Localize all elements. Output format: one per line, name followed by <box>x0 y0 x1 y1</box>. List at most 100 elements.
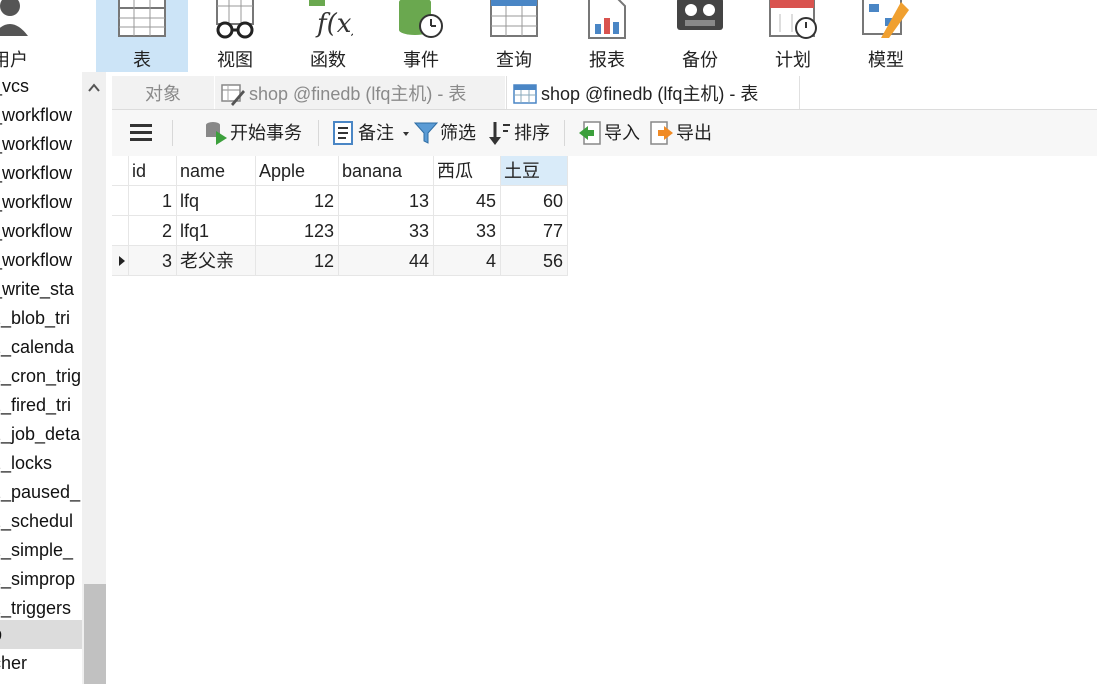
navigator-item[interactable]: _workflow <box>0 217 82 246</box>
ribbon-table-label: 表 <box>133 50 151 70</box>
sort-button[interactable]: 排序 <box>488 118 554 148</box>
navigator-item[interactable]: _workflow <box>0 159 82 188</box>
table-cell[interactable]: 45 <box>434 186 501 216</box>
column-header[interactable]: id <box>129 156 177 186</box>
navigator-item[interactable]: _workflow <box>0 101 82 130</box>
function-icon: f(x) <box>309 0 353 39</box>
ribbon-function-button[interactable]: f(x) 函数 <box>282 0 374 72</box>
table-cell[interactable]: 13 <box>339 186 434 216</box>
ribbon-report-label: 报表 <box>589 50 625 70</box>
menu-button[interactable] <box>130 118 154 148</box>
table-cell[interactable]: 老父亲 <box>177 246 256 276</box>
current-row-arrow-icon <box>119 256 125 266</box>
query-icon <box>490 0 538 37</box>
navigator-item[interactable]: z_calenda <box>0 333 82 362</box>
export-icon <box>650 121 673 145</box>
column-header-selected[interactable]: 土豆 <box>501 156 568 186</box>
table-cell[interactable]: lfq <box>177 186 256 216</box>
navigator-item[interactable]: z_paused_ <box>0 478 82 507</box>
edit-table-icon <box>221 84 245 106</box>
object-navigator: _vcs _workflow _workflow _workflow _work… <box>0 72 112 684</box>
navigator-item[interactable]: cher <box>0 649 82 678</box>
ribbon-table-button[interactable]: 表 <box>96 0 188 72</box>
navigator-item[interactable]: z_locks <box>0 449 82 478</box>
navigator-item[interactable]: z_fired_tri <box>0 391 82 420</box>
navigator-item[interactable]: z_job_deta <box>0 420 82 449</box>
table-cell[interactable]: 1 <box>129 186 177 216</box>
ribbon-function-label: 函数 <box>310 50 346 70</box>
navigator-item[interactable]: _write_sta <box>0 275 82 304</box>
ribbon-user-button[interactable]: 用户 <box>0 0 40 72</box>
sort-icon <box>489 122 510 145</box>
table-cell[interactable]: 123 <box>256 216 339 246</box>
navigator-table-list: _vcs _workflow _workflow _workflow _work… <box>0 72 82 684</box>
event-clock-icon <box>399 0 443 38</box>
table-cell[interactable]: 56 <box>501 246 568 276</box>
ribbon-schedule-label: 计划 <box>775 50 811 70</box>
table-cell[interactable]: lfq1 <box>177 216 256 246</box>
report-icon <box>588 0 626 39</box>
row-header[interactable] <box>112 216 129 246</box>
column-header[interactable]: 西瓜 <box>434 156 501 186</box>
toolbar-separator <box>318 120 319 146</box>
backup-icon <box>677 0 723 30</box>
table-cell[interactable]: 12 <box>256 186 339 216</box>
calendar-icon <box>769 0 817 39</box>
ribbon-backup-button[interactable]: 备份 <box>654 0 746 72</box>
ribbon-report-button[interactable]: 报表 <box>562 0 652 72</box>
table-cell[interactable]: 33 <box>339 216 434 246</box>
tab-shop-design[interactable]: shop @finedb (lfq主机) - 表 <box>215 76 505 110</box>
ribbon-view-button[interactable]: 视图 <box>190 0 280 72</box>
import-button[interactable]: 导入 <box>578 118 644 148</box>
navigator-scrollbar[interactable] <box>82 72 106 684</box>
export-button[interactable]: 导出 <box>650 118 720 148</box>
tab-shop-data[interactable]: shop @finedb (lfq主机) - 表 <box>506 76 800 110</box>
ribbon-model-label: 模型 <box>868 50 904 70</box>
import-icon <box>579 121 601 145</box>
user-icon <box>0 0 28 36</box>
ribbon-backup-label: 备份 <box>682 50 718 70</box>
ribbon-query-button[interactable]: 查询 <box>468 0 560 72</box>
scrollbar-thumb[interactable] <box>84 584 106 684</box>
navigator-item[interactable]: z_blob_tri <box>0 304 82 333</box>
view-glasses-icon <box>216 0 254 39</box>
navigator-item[interactable]: z_schedul <box>0 507 82 536</box>
table-cell[interactable]: 44 <box>339 246 434 276</box>
column-header[interactable]: Apple <box>256 156 339 186</box>
table-cell[interactable]: 33 <box>434 216 501 246</box>
table-cell[interactable]: 77 <box>501 216 568 246</box>
chevron-up-icon <box>88 83 100 92</box>
row-header[interactable] <box>112 186 129 216</box>
table-cell[interactable]: 60 <box>501 186 568 216</box>
svg-text:f(x): f(x) <box>315 9 353 39</box>
scroll-up-button[interactable] <box>82 72 106 102</box>
table-cell[interactable]: 4 <box>434 246 501 276</box>
navigator-item[interactable]: _workflow <box>0 246 82 275</box>
column-header[interactable]: name <box>177 156 256 186</box>
ribbon-schedule-button[interactable]: 计划 <box>748 0 838 72</box>
navigator-item[interactable]: z_triggers <box>0 594 82 623</box>
hamburger-menu-icon <box>130 124 152 141</box>
column-header[interactable]: banana <box>339 156 434 186</box>
ribbon-event-button[interactable]: 事件 <box>376 0 466 72</box>
table-icon <box>513 84 537 104</box>
tab-objects[interactable]: 对象 <box>112 76 214 110</box>
begin-transaction-icon <box>206 122 227 145</box>
table-cell[interactable]: 12 <box>256 246 339 276</box>
navigator-item[interactable]: z_simple_ <box>0 536 82 565</box>
table-cell[interactable]: 3 <box>129 246 177 276</box>
navigator-item[interactable]: _vcs <box>0 72 82 101</box>
navigator-item[interactable]: z_simprop <box>0 565 82 594</box>
navigator-item[interactable]: z_cron_trig <box>0 362 82 391</box>
table-cell[interactable]: 2 <box>129 216 177 246</box>
ribbon-model-button[interactable]: 模型 <box>840 0 932 72</box>
navigator-item[interactable]: _workflow <box>0 130 82 159</box>
row-header-current[interactable] <box>112 246 129 276</box>
begin-transaction-button[interactable]: 开始事务 <box>204 118 314 148</box>
filter-button[interactable]: 筛选 <box>414 118 480 148</box>
table-icon <box>118 0 166 37</box>
toolbar-separator <box>172 120 173 146</box>
navigator-item-selected[interactable]: p <box>0 620 82 649</box>
note-button[interactable]: 备注 <box>332 118 410 148</box>
navigator-item[interactable]: _workflow <box>0 188 82 217</box>
